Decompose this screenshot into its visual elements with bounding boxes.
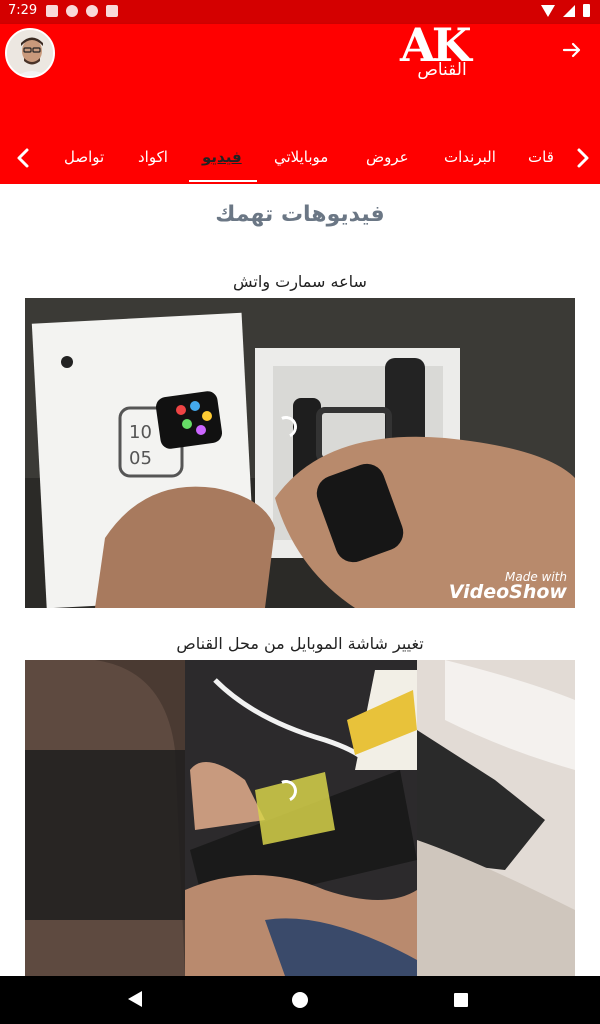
tab-my-mobiles[interactable]: موبايلاتي [274,148,328,166]
tab-indicator [189,180,257,182]
sd-card-icon [106,5,118,17]
status-notification-icons [46,5,118,17]
status-time: 7:29 [8,3,38,18]
wifi-icon [541,4,555,17]
app-logo: AK القناص [400,18,480,84]
video-watermark: Made with VideoShow [449,571,567,602]
video-title[interactable]: ساعه سمارت واتش [0,272,600,291]
user-avatar[interactable] [5,28,55,78]
video-thumbnail-image [25,660,575,976]
notification-icon [46,5,58,17]
tab-video[interactable]: فيديو [202,148,242,166]
video-thumbnail[interactable] [25,660,575,976]
status-bar: 7:29 [0,0,600,24]
tab-codes[interactable]: اكواد [138,148,168,166]
system-navigation-bar [0,976,600,1024]
back-icon[interactable] [128,991,142,1007]
category-tabs: تواصل اكواد فيديو موبايلاتي عروض البرندا… [0,136,600,182]
app-header: AK القناص تواصل اكواد فيديو موبايلاتي عر… [0,18,600,184]
video-list: فيديوهات تهمك ساعه سمارت واتش 10 05 Made… [0,184,600,976]
home-icon[interactable] [292,992,308,1008]
svg-text:05: 05 [129,448,152,469]
tab-offers[interactable]: عروض [366,148,409,166]
logo-subtext: القناص [417,60,467,80]
notification-icon [66,5,78,17]
avatar-person-icon [7,30,53,76]
video-thumbnail-image: 10 05 [25,298,575,608]
battery-icon [583,4,590,17]
chevron-left-icon[interactable] [12,146,36,170]
tab-contact[interactable]: تواصل [64,148,104,166]
section-title: فيديوهات تهمك [215,202,385,227]
tab-brands[interactable]: البرندات [444,148,496,166]
signal-icon [563,4,575,17]
video-title[interactable]: تغيير شاشة الموبايل من محل القناص [0,634,600,653]
notification-icon [86,5,98,17]
chevron-right-icon[interactable] [570,146,594,170]
arrow-right-icon[interactable] [560,38,584,62]
video-thumbnail[interactable]: 10 05 Made with VideoShow [25,298,575,608]
tab-partial[interactable]: قات [528,148,554,166]
svg-text:10: 10 [129,422,152,443]
recents-icon[interactable] [454,993,468,1007]
watermark-big-text: VideoShow [448,581,567,603]
status-system-icons [541,4,590,17]
